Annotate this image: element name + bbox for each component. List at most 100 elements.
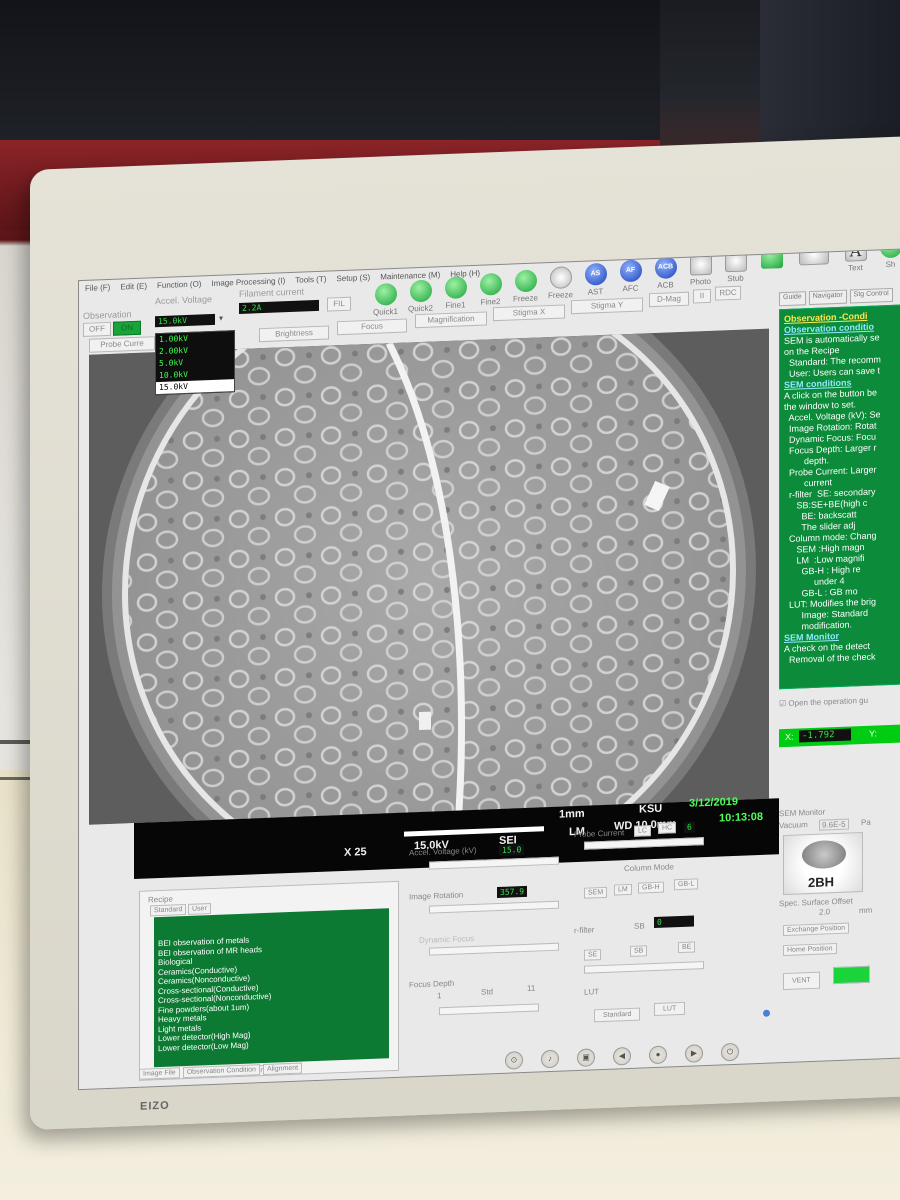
menu-edit[interactable]: Edit (E) bbox=[120, 282, 147, 293]
sem-monitor-title: SEM Monitor bbox=[779, 807, 826, 819]
mode-gbh-button[interactable]: GB-H bbox=[638, 881, 664, 894]
photo-button[interactable]: Photo bbox=[684, 252, 717, 294]
ast-button[interactable]: AS AST bbox=[579, 262, 612, 304]
freeze2-button[interactable]: Freeze bbox=[544, 266, 577, 307]
monitor-button-right[interactable]: ▶ bbox=[685, 1044, 703, 1063]
hc-button[interactable]: HC bbox=[658, 822, 677, 834]
vent-button[interactable]: VENT bbox=[783, 971, 820, 991]
monitor-button-input[interactable]: ⊙ bbox=[505, 1051, 523, 1070]
menu-function[interactable]: Function (O) bbox=[157, 279, 201, 291]
beam-off-button[interactable]: OFF bbox=[83, 321, 111, 337]
focus-depth-label: Focus Depth bbox=[409, 978, 455, 990]
vacuum-unit: Pa bbox=[861, 817, 871, 828]
afc-button[interactable]: AF AFC bbox=[614, 259, 647, 300]
text-label: Text bbox=[848, 263, 863, 273]
filament-current-label: Filament current bbox=[239, 286, 305, 299]
mode-sem-button[interactable]: SEM bbox=[584, 886, 608, 899]
stage-position: X: -1.792 Y: bbox=[779, 723, 900, 748]
evac-button[interactable]: EVAC bbox=[833, 965, 870, 985]
fine2-button[interactable]: Fine2 bbox=[474, 272, 507, 314]
scale-label: 1mm bbox=[559, 807, 585, 821]
stub-icon bbox=[724, 249, 747, 273]
quick2-label: Quick2 bbox=[408, 303, 433, 314]
accel-voltage-field[interactable]: 15.0 bbox=[499, 844, 525, 856]
accel-voltage-select[interactable]: 15.0kV bbox=[155, 313, 215, 328]
kv-option-15[interactable]: 15.0kV bbox=[156, 379, 234, 395]
recipe-list[interactable]: BEI observation of metals BEI observation… bbox=[154, 908, 389, 1068]
date-label: 3/12/2019 bbox=[689, 795, 738, 810]
filter-sb-button[interactable]: SB bbox=[630, 945, 648, 957]
recipe-title: Recipe bbox=[148, 894, 173, 905]
dynamic-focus-label[interactable]: Dynamic Focus bbox=[419, 934, 474, 945]
acb-button[interactable]: ACB ACB bbox=[649, 256, 682, 297]
monitor-button-enter[interactable]: ● bbox=[649, 1045, 667, 1065]
brightness-button[interactable]: Brightness bbox=[259, 325, 329, 343]
tab-alignment[interactable]: Alignment bbox=[262, 1062, 303, 1076]
column-panel: Probe Current LC HC 6 Column Mode SEM LM… bbox=[574, 821, 764, 1030]
r-filter-label: r-filter bbox=[574, 925, 595, 936]
ast-icon: AS bbox=[584, 262, 607, 286]
tab-navigator[interactable]: Navigator bbox=[808, 289, 847, 306]
fine2-icon bbox=[479, 272, 502, 296]
text-button[interactable]: A Text bbox=[839, 248, 872, 280]
photo-label: Photo bbox=[690, 276, 711, 287]
fil-button[interactable]: FIL bbox=[327, 296, 351, 312]
tab-user[interactable]: User bbox=[188, 903, 211, 915]
vacuum-label: Vacuum bbox=[779, 820, 808, 831]
holder-icon bbox=[802, 839, 846, 870]
sem-live-image[interactable] bbox=[89, 328, 769, 825]
holder-image: 2BH bbox=[783, 831, 863, 896]
tab-guide[interactable]: Guide bbox=[779, 291, 806, 307]
tab-image-file[interactable]: Image File bbox=[139, 1067, 180, 1080]
spec-offset-label: Spec. Surface Offset bbox=[779, 896, 853, 909]
open-guide-checkbox[interactable]: ☑ Open the operation gu bbox=[779, 696, 868, 708]
room-background: File (F) Edit (E) Function (O) Image Pro… bbox=[0, 0, 900, 1200]
beam-on-button[interactable]: ON bbox=[113, 320, 141, 336]
mode-lm-button[interactable]: LM bbox=[614, 883, 632, 896]
dynamic-focus-slider[interactable] bbox=[429, 942, 559, 956]
lc-button[interactable]: LC bbox=[634, 825, 651, 837]
x-label: X: bbox=[785, 731, 794, 742]
quick2-button[interactable]: Quick2 bbox=[404, 279, 437, 320]
probe-current-value: 6 bbox=[684, 821, 695, 833]
menu-setup[interactable]: Setup (S) bbox=[336, 273, 370, 284]
fine1-button[interactable]: Fine1 bbox=[439, 276, 472, 317]
afc-icon: AF bbox=[619, 259, 642, 283]
sem-micrograph bbox=[89, 328, 769, 825]
column-mode-label: Column Mode bbox=[624, 862, 674, 874]
monitor-button-volume[interactable]: ♪ bbox=[541, 1049, 559, 1069]
stub-button[interactable]: Stub bbox=[719, 249, 752, 290]
focus-depth-slider[interactable] bbox=[439, 1003, 539, 1016]
probe-current-button[interactable]: Probe Curre bbox=[89, 336, 155, 353]
image-rotation-field[interactable]: 357.9 bbox=[497, 885, 528, 899]
stub-label: Stub bbox=[727, 273, 744, 284]
sem-software-window: File (F) Edit (E) Function (O) Image Pro… bbox=[78, 248, 900, 1091]
monitor-button-mode[interactable]: ▣ bbox=[577, 1048, 595, 1067]
freeze-button[interactable]: Freeze bbox=[509, 269, 542, 310]
quick1-button[interactable]: Quick1 bbox=[369, 282, 402, 324]
chevron-down-icon[interactable]: ▾ bbox=[219, 314, 223, 323]
home-stage-button[interactable] bbox=[755, 248, 788, 287]
exchange-position-button[interactable]: Exchange Position bbox=[783, 922, 849, 937]
probe-current-slider[interactable] bbox=[584, 837, 704, 850]
scan-mode-button[interactable] bbox=[794, 248, 834, 283]
monitor-button-left[interactable]: ◀ bbox=[613, 1046, 631, 1066]
image-rotation-slider[interactable] bbox=[429, 900, 559, 914]
tab-standard[interactable]: Standard bbox=[150, 903, 187, 917]
mode-gbl-button[interactable]: GB-L bbox=[674, 878, 699, 891]
r-filter-slider[interactable] bbox=[584, 961, 704, 974]
lut-button[interactable]: LUT bbox=[654, 1001, 686, 1017]
filter-be-button[interactable]: BE bbox=[678, 941, 696, 954]
lut-standard-button[interactable]: Standard bbox=[594, 1007, 641, 1023]
spec-offset-unit: mm bbox=[859, 905, 873, 916]
tab-stg-control[interactable]: Stg Control bbox=[849, 287, 893, 304]
filter-se-button[interactable]: SE bbox=[584, 949, 602, 961]
menu-file[interactable]: File (F) bbox=[85, 283, 110, 294]
sh-button[interactable]: Sh bbox=[874, 248, 900, 276]
menu-tools[interactable]: Tools (T) bbox=[295, 275, 326, 286]
home-position-button[interactable]: Home Position bbox=[783, 943, 837, 957]
accel-voltage-slider[interactable] bbox=[429, 856, 559, 870]
image-rotation-label[interactable]: Image Rotation bbox=[409, 890, 463, 901]
monitor-button-power[interactable]: ⏻ bbox=[721, 1042, 739, 1062]
dark-wall bbox=[0, 0, 660, 140]
